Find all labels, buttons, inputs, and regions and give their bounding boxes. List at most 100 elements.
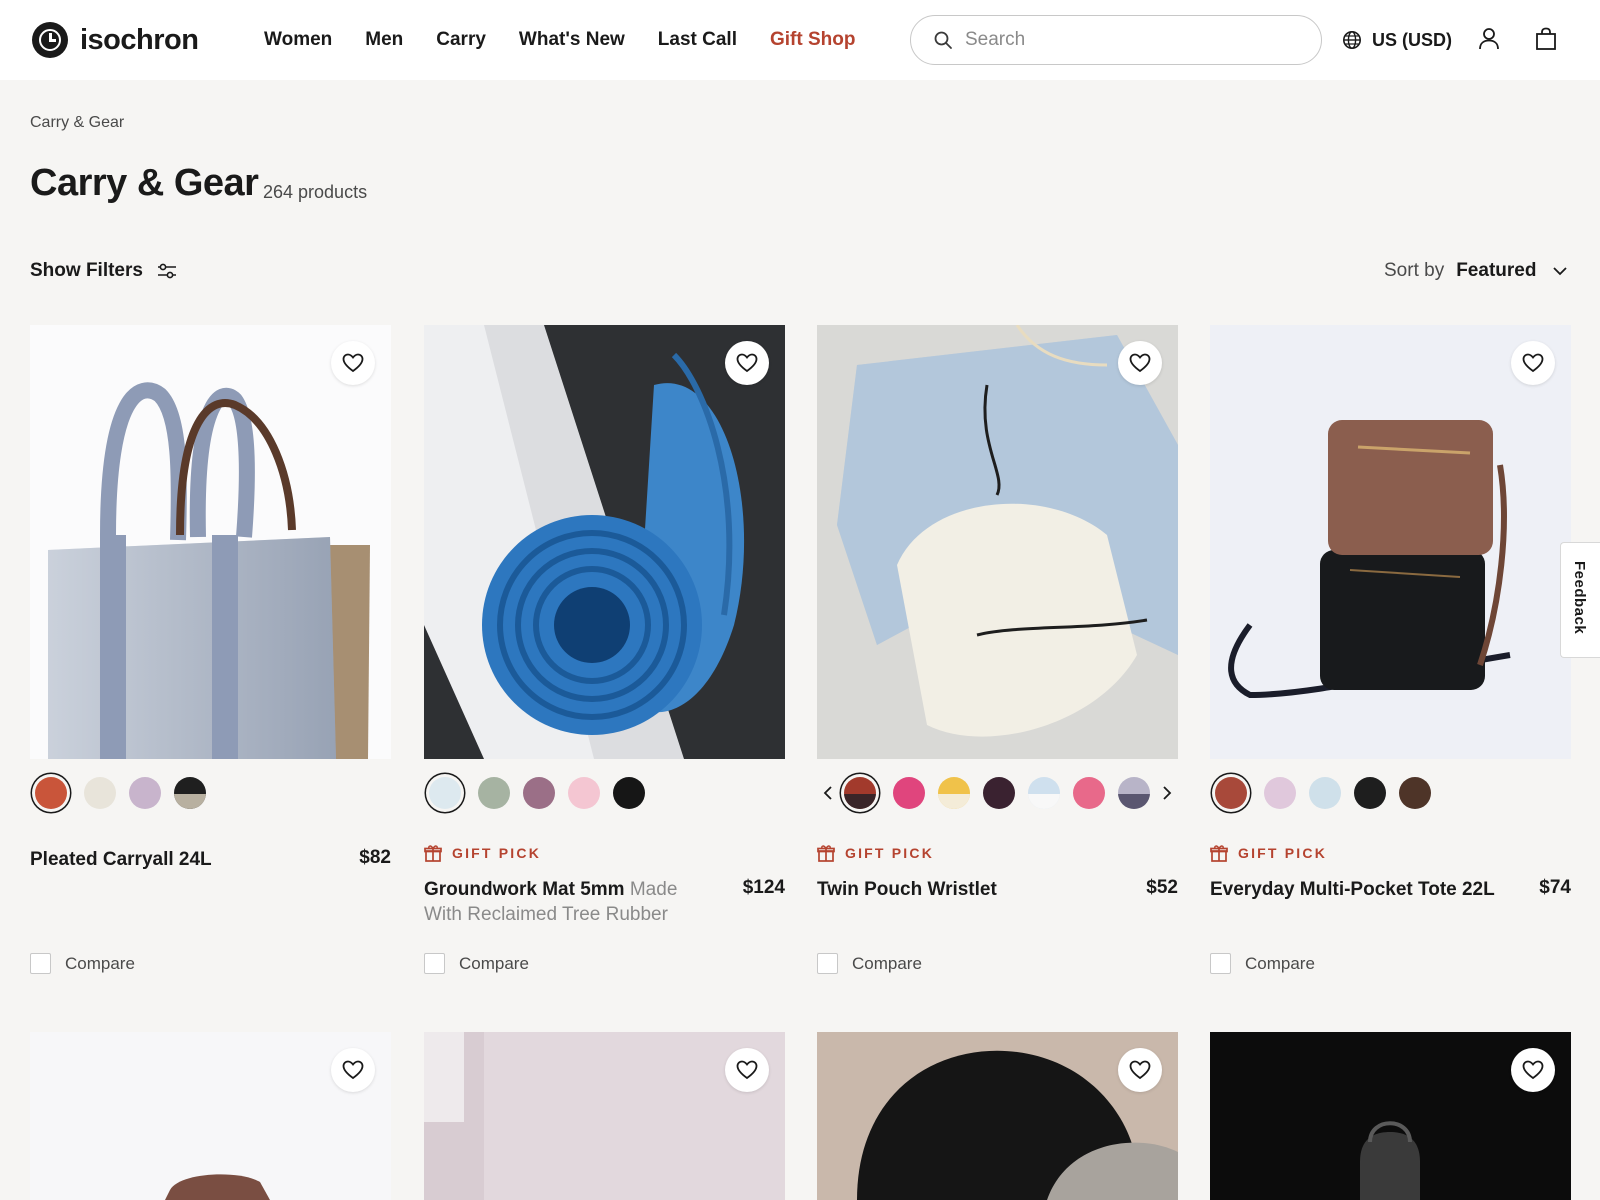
gift-icon: [817, 845, 835, 862]
product-image[interactable]: [1210, 1032, 1571, 1200]
search-box[interactable]: [910, 15, 1322, 65]
sliders-icon: [157, 263, 176, 279]
product-price: $124: [742, 877, 785, 898]
gift-pick-label: GIFT PICK: [1238, 845, 1328, 861]
wishlist-button[interactable]: [725, 341, 769, 385]
product-price: $74: [1539, 877, 1571, 898]
feedback-tab[interactable]: Feedback: [1560, 542, 1600, 658]
locale-label: US (USD): [1372, 29, 1452, 50]
nav-item-gift-shop[interactable]: Gift Shop: [770, 26, 855, 54]
compare-label: Compare: [459, 953, 529, 973]
color-swatch[interactable]: [429, 777, 461, 809]
color-swatch[interactable]: [84, 777, 116, 809]
wishlist-button[interactable]: [331, 341, 375, 385]
account-icon[interactable]: [1478, 27, 1500, 51]
nav-item-last-call[interactable]: Last Call: [658, 26, 737, 54]
product-name[interactable]: Groundwork Mat 5mm Made With Reclaimed T…: [424, 877, 714, 927]
compare-checkbox[interactable]: [424, 953, 445, 974]
sort-value: Featured: [1456, 260, 1537, 281]
heart-icon: [1522, 353, 1544, 373]
compare-label: Compare: [852, 953, 922, 973]
gift-pick-badge: GIFT PICK: [424, 844, 541, 862]
gift-icon: [1210, 845, 1228, 862]
nav-item-women[interactable]: Women: [264, 26, 332, 54]
product-image[interactable]: [30, 325, 391, 759]
sort-label: Sort by: [1384, 260, 1445, 281]
color-swatch[interactable]: [938, 777, 970, 809]
color-swatch[interactable]: [844, 777, 876, 809]
brand-logo[interactable]: isochron: [32, 22, 199, 58]
product-name[interactable]: Pleated Carryall 24L: [30, 847, 320, 872]
wishlist-button[interactable]: [1118, 1048, 1162, 1092]
nav-item-carry[interactable]: Carry: [436, 26, 486, 54]
clock-icon: [32, 22, 68, 58]
color-swatch[interactable]: [568, 777, 600, 809]
color-swatch[interactable]: [893, 777, 925, 809]
compare-checkbox[interactable]: [1210, 953, 1231, 974]
color-swatch[interactable]: [174, 777, 206, 809]
product-image[interactable]: [817, 1032, 1178, 1200]
wishlist-button[interactable]: [1511, 1048, 1555, 1092]
color-swatch[interactable]: [523, 777, 555, 809]
color-swatch[interactable]: [35, 777, 67, 809]
product-image[interactable]: [424, 325, 785, 759]
compare-toggle[interactable]: Compare: [817, 953, 922, 974]
gift-pick-label: GIFT PICK: [452, 845, 542, 861]
breadcrumb[interactable]: Carry & Gear: [30, 114, 124, 132]
color-swatch[interactable]: [613, 777, 645, 809]
product-price: $52: [1146, 877, 1178, 898]
color-swatch[interactable]: [1215, 777, 1247, 809]
compare-toggle[interactable]: Compare: [424, 953, 529, 974]
color-swatch[interactable]: [478, 777, 510, 809]
main-nav: Women Men Carry What's New Last Call Gif…: [264, 26, 888, 54]
chevron-left-icon[interactable]: [817, 777, 839, 809]
search-input[interactable]: [965, 29, 1295, 51]
product-count: 264 products: [263, 182, 368, 202]
color-swatch[interactable]: [983, 777, 1015, 809]
compare-checkbox[interactable]: [817, 953, 838, 974]
product-name[interactable]: Everyday Multi-Pocket Tote 22L: [1210, 877, 1510, 902]
site-header: isochron Women Men Carry What's New Last…: [0, 0, 1600, 80]
bag-icon[interactable]: [1535, 27, 1557, 51]
compare-label: Compare: [65, 953, 135, 973]
gift-pick-label: GIFT PICK: [845, 845, 935, 861]
product-image[interactable]: [817, 325, 1178, 759]
compare-toggle[interactable]: Compare: [30, 953, 135, 974]
color-swatch[interactable]: [1399, 777, 1431, 809]
compare-label: Compare: [1245, 953, 1315, 973]
product-price: $82: [359, 847, 391, 868]
heart-icon: [342, 1060, 364, 1080]
wishlist-button[interactable]: [725, 1048, 769, 1092]
nav-item-whats-new[interactable]: What's New: [519, 26, 625, 54]
product-image[interactable]: [30, 1032, 391, 1200]
product-name[interactable]: Twin Pouch Wristlet: [817, 877, 1107, 902]
show-filters-button[interactable]: Show Filters: [30, 260, 177, 282]
wishlist-button[interactable]: [1118, 341, 1162, 385]
brand-name: isochron: [80, 23, 199, 56]
color-swatch[interactable]: [1354, 777, 1386, 809]
wishlist-button[interactable]: [1511, 341, 1555, 385]
product-image[interactable]: [424, 1032, 785, 1200]
wishlist-button[interactable]: [331, 1048, 375, 1092]
color-swatch[interactable]: [1073, 777, 1105, 809]
color-swatch[interactable]: [129, 777, 161, 809]
gift-pick-badge: GIFT PICK: [1210, 844, 1327, 862]
show-filters-label: Show Filters: [30, 260, 143, 281]
heart-icon: [342, 353, 364, 373]
nav-item-men[interactable]: Men: [365, 26, 403, 54]
heart-icon: [736, 1060, 758, 1080]
chevron-right-icon[interactable]: [1156, 777, 1178, 809]
color-swatch[interactable]: [1028, 777, 1060, 809]
compare-toggle[interactable]: Compare: [1210, 953, 1315, 974]
product-image[interactable]: [1210, 325, 1571, 759]
sort-dropdown[interactable]: Sort by Featured: [1384, 260, 1568, 282]
color-swatch[interactable]: [1264, 777, 1296, 809]
globe-icon: [1343, 31, 1361, 49]
locale-selector[interactable]: US (USD): [1342, 26, 1452, 54]
gift-icon: [424, 845, 442, 862]
color-swatch[interactable]: [1309, 777, 1341, 809]
color-swatch[interactable]: [1118, 777, 1150, 809]
heart-icon: [1129, 1060, 1151, 1080]
compare-checkbox[interactable]: [30, 953, 51, 974]
gift-pick-badge: GIFT PICK: [817, 844, 934, 862]
